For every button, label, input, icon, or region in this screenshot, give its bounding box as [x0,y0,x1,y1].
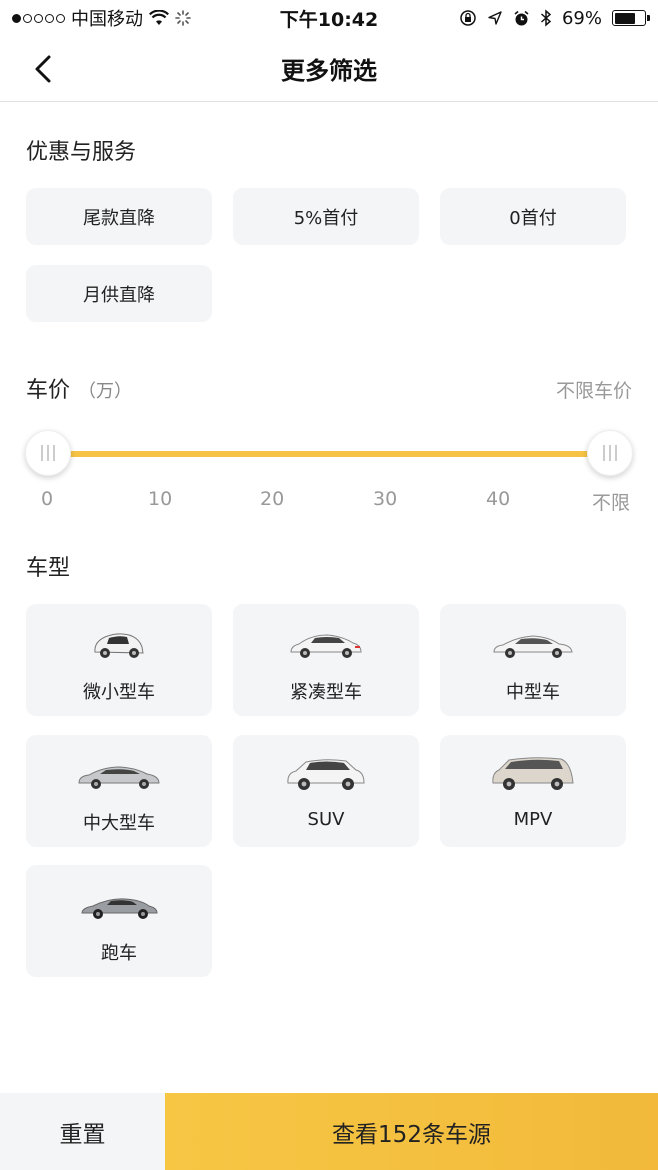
price-tick-20: 20 [260,488,285,510]
midsize-car-icon [493,635,573,658]
car-type-midsize[interactable]: 中型车 [440,604,626,716]
battery-percent: 69% [561,7,602,29]
price-unit: （万） [78,381,133,402]
car-type-label: SUV [307,809,345,830]
offer-chip-final-payment-drop[interactable]: 尾款直降 [26,188,212,245]
compact-car-icon [290,634,362,658]
status-bar: 中国移动 下午10:42 69% [0,0,658,36]
price-section-title: 车价 （万） [26,372,132,404]
car-type-label: 跑车 [101,943,137,964]
page-title: 更多筛选 [281,57,377,85]
battery-icon [612,10,650,26]
back-button[interactable] [22,48,64,90]
offer-chip-zero-down[interactable]: 0首付 [440,188,626,245]
car-type-label: 紧凑型车 [290,682,362,703]
car-type-mpv[interactable]: MPV [440,735,626,847]
status-left: 中国移动 [12,5,191,31]
status-right: 69% [459,7,650,29]
location-icon [488,11,502,25]
offers-section-title: 优惠与服务 [26,140,137,165]
suv-icon [287,759,365,790]
car-type-section-title: 车型 [26,556,71,581]
price-range-hint: 不限车价 [555,380,632,402]
price-slider-min-handle[interactable] [25,430,71,476]
price-tick-0: 0 [41,488,54,510]
price-tick-10: 10 [148,488,173,510]
price-tick-30: 30 [373,488,398,510]
price-tick-unlimited: 不限 [592,492,631,514]
nav-bar: 更多筛选 [0,36,658,102]
signal-icon [12,13,65,23]
reset-button[interactable]: 重置 [0,1093,165,1170]
carrier-label: 中国移动 [71,9,143,30]
price-title: 车价 [26,378,71,403]
orientation-lock-icon [460,10,476,26]
bluetooth-icon [540,9,552,27]
mpv-icon [492,757,574,790]
bottom-action-bar: 重置 查看152条车源 [0,1093,658,1170]
car-type-microcar[interactable]: 微小型车 [26,604,212,716]
view-results-button[interactable]: 查看152条车源 [165,1093,658,1170]
price-tick-40: 40 [486,488,511,510]
car-type-label: MPV [513,809,553,830]
price-slider-track[interactable] [48,451,610,457]
wifi-icon [149,10,169,25]
car-type-large[interactable]: 中大型车 [26,735,212,847]
car-type-label: 中型车 [506,682,560,703]
sports-car-icon [81,898,158,919]
alarm-icon [514,10,529,25]
car-type-suv[interactable]: SUV [233,735,419,847]
offer-chip-5-percent-down[interactable]: 5%首付 [233,188,419,245]
offer-chip-monthly-drop[interactable]: 月供直降 [26,265,212,322]
price-slider-max-handle[interactable] [587,430,633,476]
car-type-label: 微小型车 [83,682,155,703]
car-type-compact[interactable]: 紧凑型车 [233,604,419,716]
large-car-icon [78,766,160,789]
battery-fill [614,12,635,24]
car-type-sports[interactable]: 跑车 [26,865,212,977]
car-type-label: 中大型车 [83,813,155,834]
microcar-icon [94,633,144,658]
loading-icon [175,10,191,26]
chevron-left-icon [35,55,51,83]
